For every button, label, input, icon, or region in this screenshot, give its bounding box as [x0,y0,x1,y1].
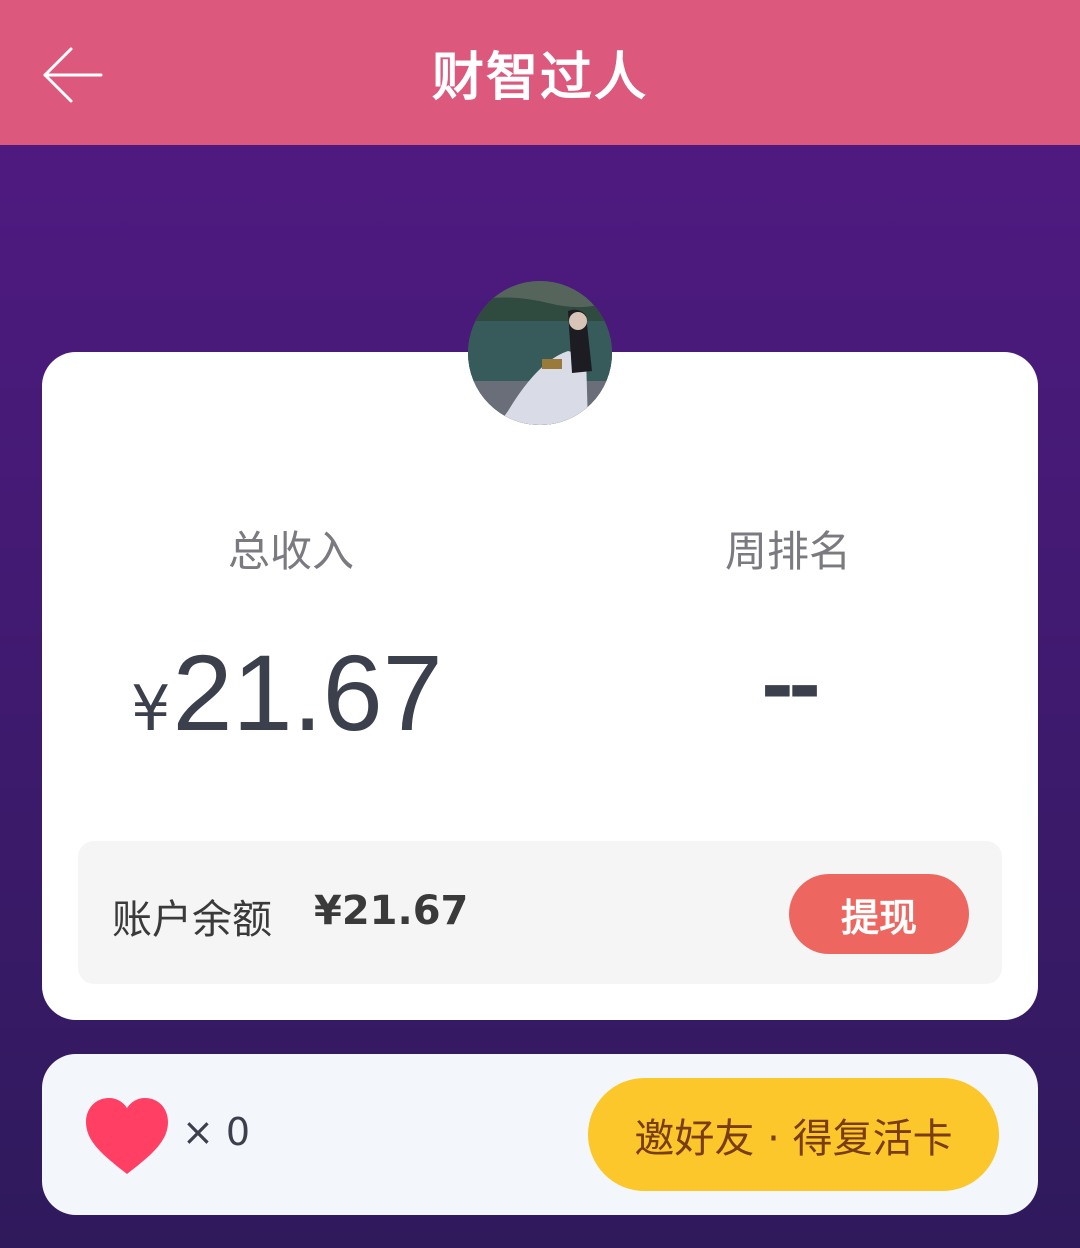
weekly-rank-label: 周排名 [724,527,851,576]
avatar[interactable] [468,281,612,425]
total-income-label: 总收入 [227,527,354,576]
currency-symbol: ¥ [131,672,171,745]
balance-amount: ¥21.67 [314,888,469,934]
invite-friends-button[interactable]: 邀好友 · 得复活卡 [588,1078,999,1191]
app-header: 财智过人 [0,0,1080,145]
withdraw-button[interactable]: 提现 [789,874,969,954]
revive-card-count: × 0 [182,1110,251,1154]
balance-label: 账户余额 [112,897,272,943]
heart-icon [86,1098,168,1174]
weekly-rank-value: -- [760,640,821,733]
page-title: 财智过人 [431,48,648,108]
income-amount: 21.67 [172,632,443,753]
total-income-value: ¥ 21.67 [131,630,443,753]
avatar-image [468,281,612,425]
